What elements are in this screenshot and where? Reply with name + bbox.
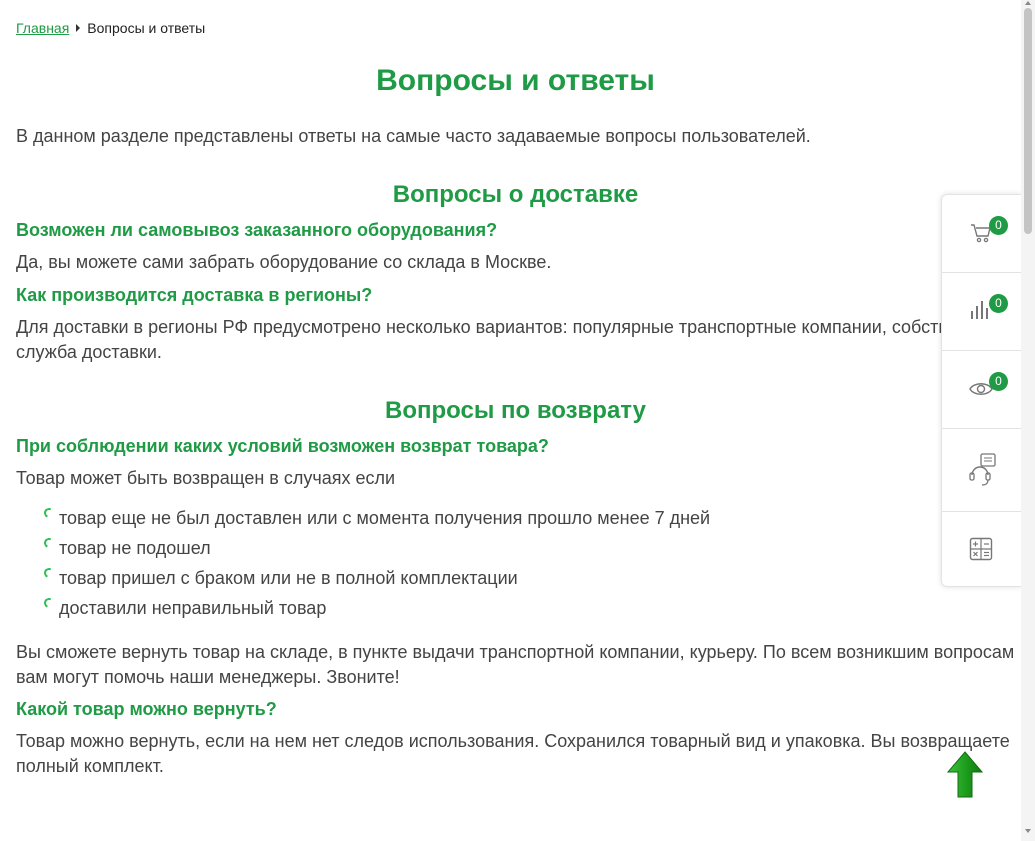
bullet-icon — [42, 566, 56, 580]
return-conditions-list: товар еще не был доставлен или с момента… — [42, 506, 711, 626]
arrow-up-icon — [946, 751, 984, 798]
returns-section-title: Вопросы по возврату — [385, 397, 646, 424]
scroll-up-icon[interactable] — [1025, 1, 1031, 5]
delivery-answer-regions-line1: Для доставки в регионы РФ предусмотрено … — [16, 317, 941, 337]
calculator-icon — [969, 537, 993, 561]
viewed-count-badge: 0 — [989, 372, 1008, 391]
list-item: товар еще не был доставлен или с момента… — [42, 506, 711, 536]
side-item-compare[interactable]: 0 — [942, 273, 1022, 351]
returns-answer-conditions: Товар может быть возвращен в случаях есл… — [16, 468, 396, 488]
page-title: Вопросы и ответы — [376, 64, 655, 97]
returns-note: Вы сможете вернуть товар на складе, в пу… — [16, 642, 1015, 687]
scrollbar-thumb[interactable] — [1024, 8, 1032, 234]
bullet-icon — [42, 506, 56, 520]
side-item-calculator[interactable] — [942, 512, 1022, 586]
list-item: товар пришел с браком или не в полной ко… — [42, 566, 710, 596]
list-item-text: товар пришел с браком или не в полной ко… — [59, 568, 518, 588]
side-panel: 0 0 0 — [941, 194, 1022, 587]
compare-count-badge: 0 — [989, 294, 1008, 313]
delivery-answer-regions: Для доставки в регионы РФ предусмотрено … — [16, 315, 1026, 365]
side-item-cart[interactable]: 0 — [942, 195, 1022, 273]
scroll-to-top-button[interactable] — [946, 750, 984, 800]
delivery-section-title: Вопросы о доставке — [392, 181, 639, 208]
list-item: товар не подошел — [42, 536, 710, 566]
scrollbar[interactable] — [1021, 0, 1035, 841]
breadcrumb: Главная Вопросы и ответы — [16, 20, 205, 36]
side-item-viewed[interactable]: 0 — [942, 351, 1022, 429]
returns-answer-which: Товар можно вернуть, если на нем нет сле… — [16, 731, 1010, 776]
list-item-text: товар еще не был доставлен или с момента… — [59, 508, 711, 528]
support-icon — [969, 453, 996, 486]
bullet-icon — [42, 536, 56, 550]
intro-text: В данном разделе представлены ответы на … — [16, 126, 811, 146]
delivery-question-regions: Как производится доставка в регионы? — [16, 285, 373, 305]
bullet-icon — [42, 596, 56, 610]
breadcrumb-home-link[interactable]: Главная — [16, 20, 69, 36]
delivery-question-pickup: Возможен ли самовывоз заказанного оборуд… — [16, 220, 498, 240]
list-item-text: товар не подошел — [59, 538, 211, 558]
delivery-answer-regions-line2: служба доставки. — [16, 342, 162, 362]
list-item: доставили неправильный товар — [42, 596, 710, 626]
breadcrumb-separator-icon — [76, 24, 81, 32]
side-item-support[interactable] — [942, 429, 1022, 512]
returns-question-which: Какой товар можно вернуть? — [16, 699, 277, 719]
cart-count-badge: 0 — [989, 216, 1008, 235]
delivery-answer-pickup: Да, вы можете сами забрать оборудование … — [16, 252, 552, 272]
scroll-down-icon[interactable] — [1025, 829, 1031, 833]
breadcrumb-current: Вопросы и ответы — [87, 20, 206, 36]
returns-question-conditions: При соблюдении каких условий возможен во… — [16, 436, 549, 456]
list-item-text: доставили неправильный товар — [59, 598, 327, 618]
